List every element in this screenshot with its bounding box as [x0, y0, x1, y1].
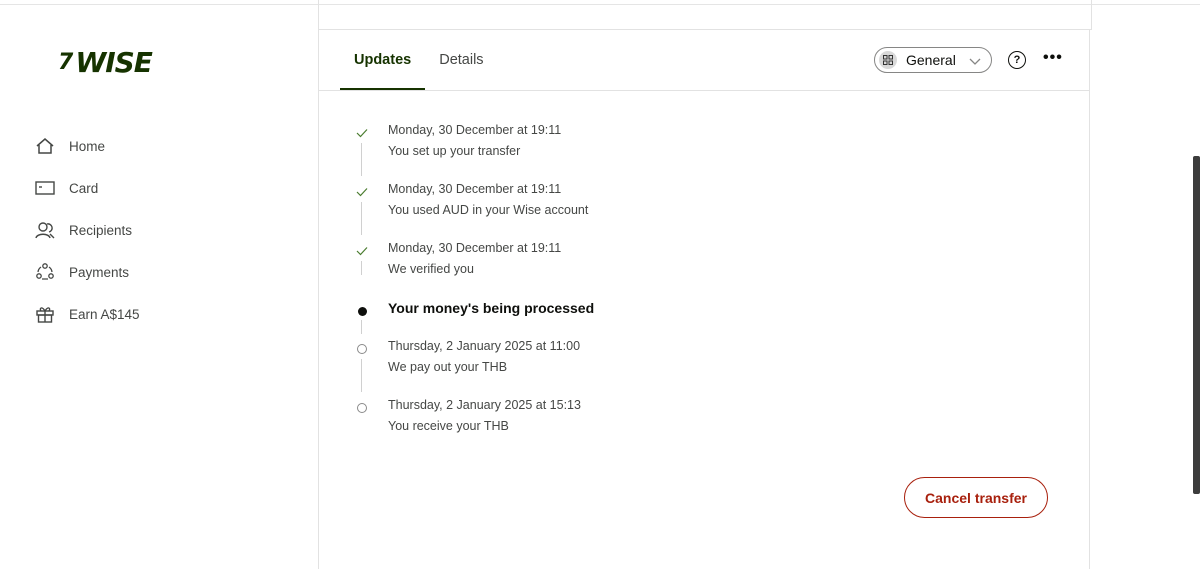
- cancel-transfer-button[interactable]: Cancel transfer: [904, 477, 1048, 518]
- tab-updates[interactable]: Updates: [340, 29, 426, 90]
- timeline-step: Monday, 30 December at 19:11 You set up …: [349, 121, 949, 180]
- sidebar-nav: Home Card Recipients Payments Earn A$145: [34, 125, 284, 335]
- step-date: Thursday, 2 January 2025 at 11:00: [388, 339, 581, 353]
- sidebar-item-label: Payments: [69, 264, 130, 280]
- brand-name: WISE: [75, 46, 153, 79]
- sidebar-item-label: Recipients: [69, 222, 133, 238]
- timeline-step: Monday, 30 December at 19:11 We verified…: [349, 239, 949, 298]
- payments-icon: [34, 261, 56, 283]
- home-icon: [34, 135, 56, 157]
- timeline-connector: [361, 359, 362, 392]
- current-step-title: Your money's being processed: [388, 300, 595, 316]
- step-description: We verified you: [388, 262, 474, 276]
- pending-circle-icon: [355, 342, 369, 356]
- sidebar-item-earn[interactable]: Earn A$145: [34, 293, 284, 335]
- card-icon: [34, 177, 56, 199]
- step-date: Thursday, 2 January 2025 at 15:13: [388, 398, 581, 412]
- chevron-down-icon: [969, 54, 981, 72]
- timeline-step-current: Your money's being processed: [349, 298, 949, 337]
- timeline-connector: [361, 261, 362, 275]
- sidebar-item-recipients[interactable]: Recipients: [34, 209, 284, 251]
- step-date: Monday, 30 December at 19:11: [388, 182, 562, 196]
- sidebar-item-card[interactable]: Card: [34, 167, 284, 209]
- current-dot-icon: [355, 304, 369, 318]
- step-description: We pay out your THB: [388, 360, 508, 374]
- timeline-step: Thursday, 2 January 2025 at 15:13 You re…: [349, 396, 949, 455]
- timeline-step: Monday, 30 December at 19:11 You used AU…: [349, 180, 949, 239]
- grid-icon: [879, 51, 897, 69]
- tab-details[interactable]: Details: [439, 29, 483, 90]
- more-options-icon[interactable]: •••: [1043, 49, 1063, 67]
- timeline-connector: [361, 143, 362, 176]
- step-date: Monday, 30 December at 19:11: [388, 241, 562, 255]
- sidebar-item-label: Earn A$145: [69, 306, 140, 322]
- check-icon: [355, 244, 369, 258]
- tab-divider: [319, 90, 1089, 91]
- check-icon: [355, 126, 369, 140]
- sidebar-item-label: Card: [69, 180, 99, 196]
- timeline-step: Thursday, 2 January 2025 at 11:00 We pay…: [349, 337, 949, 396]
- account-selector-label: General: [906, 52, 956, 68]
- timeline-connector: [361, 320, 362, 334]
- wise-logo[interactable]: 7 WISE: [58, 46, 153, 79]
- check-icon: [355, 185, 369, 199]
- panel-header-strip: [318, 0, 1092, 30]
- tab-bar: Updates Details: [340, 29, 512, 90]
- help-icon[interactable]: ?: [1008, 51, 1026, 69]
- gift-icon: [34, 303, 56, 325]
- account-selector[interactable]: General: [874, 47, 992, 73]
- transfer-panel: Updates Details General ? ••• Monday, 30…: [318, 29, 1090, 569]
- pending-circle-icon: [355, 401, 369, 415]
- step-description: You set up your transfer: [388, 144, 521, 158]
- page-scrollbar[interactable]: [1193, 156, 1200, 494]
- step-date: Monday, 30 December at 19:11: [388, 123, 562, 137]
- recipients-icon: [34, 219, 56, 241]
- sidebar-item-home[interactable]: Home: [34, 125, 284, 167]
- step-description: You receive your THB: [388, 419, 509, 433]
- step-description: You used AUD in your Wise account: [388, 203, 589, 217]
- wise-flag-icon: 7: [58, 50, 74, 75]
- timeline-connector: [361, 202, 362, 235]
- sidebar-item-label: Home: [69, 138, 106, 154]
- transfer-timeline: Monday, 30 December at 19:11 You set up …: [349, 121, 949, 455]
- sidebar-item-payments[interactable]: Payments: [34, 251, 284, 293]
